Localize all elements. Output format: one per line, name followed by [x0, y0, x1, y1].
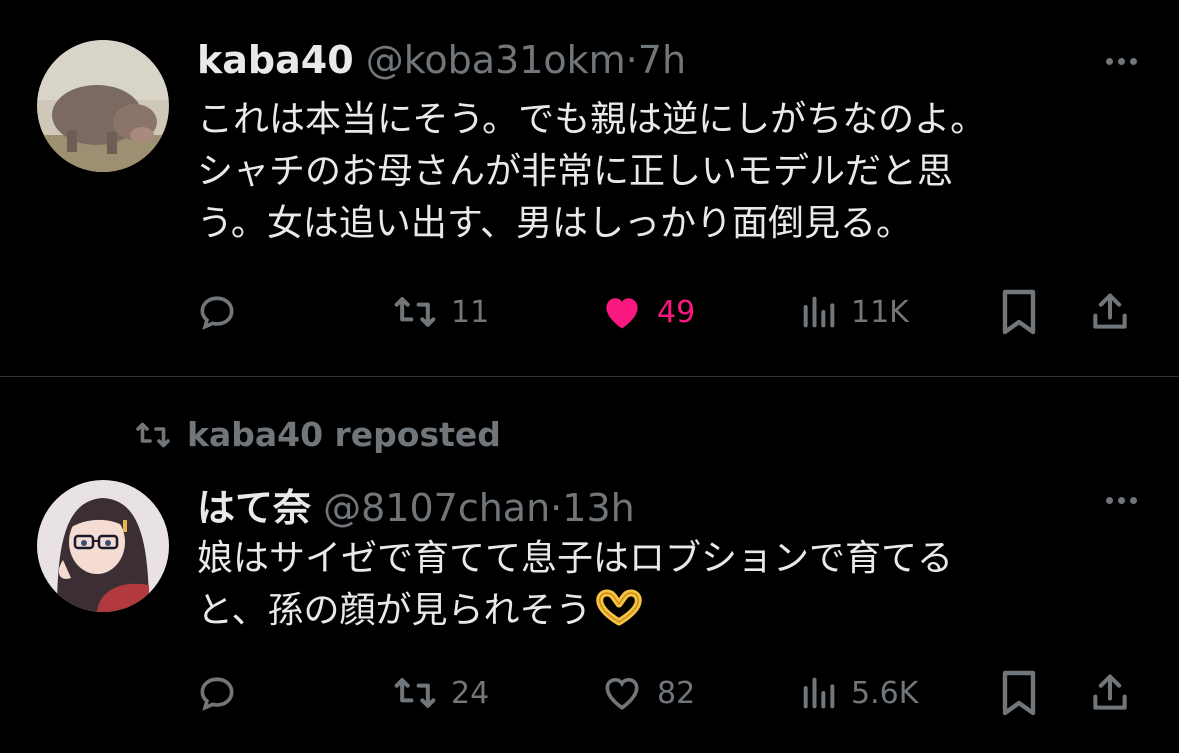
retweet-button[interactable]: 24: [391, 669, 489, 717]
retweet-icon: [136, 422, 170, 447]
handle[interactable]: @koba31okm: [366, 38, 626, 82]
views-count: 5.6K: [851, 675, 919, 711]
timestamp[interactable]: 13h: [562, 486, 634, 530]
avatar[interactable]: [37, 40, 169, 172]
more-icon[interactable]: [1106, 58, 1137, 65]
display-name[interactable]: kaba40: [197, 38, 354, 82]
avatar[interactable]: [37, 480, 169, 612]
share-icon: [1093, 293, 1127, 329]
bookmark-icon: [1002, 670, 1036, 716]
share-button[interactable]: [1088, 669, 1132, 717]
action-bar: 11 49 11K: [195, 288, 1140, 336]
reply-button[interactable]: [195, 288, 239, 336]
retweet-icon: [394, 678, 436, 708]
tweet[interactable]: kaba40 @koba31okm·7h これは本当にそう。でも親は逆にしがちな…: [0, 0, 1179, 376]
retweet-button[interactable]: 11: [391, 288, 489, 336]
tweet-text: これは本当にそう。でも親は逆にしがちなのよ。 シャチのお母さんが非常に正しいモデ…: [197, 94, 1137, 250]
tweet-header: はて奈 @8107chan·13h: [197, 477, 635, 532]
reply-icon: [200, 296, 234, 330]
reply-button[interactable]: [195, 669, 239, 717]
tweet-line: シャチのお母さんが非常に正しいモデルだと思: [197, 151, 954, 192]
share-icon: [1093, 674, 1127, 710]
like-button[interactable]: 82: [599, 669, 695, 717]
bookmark-button[interactable]: [999, 669, 1039, 717]
repost-indicator: kaba40 reposted: [133, 415, 501, 454]
like-count: 49: [657, 294, 696, 330]
like-count: 82: [657, 675, 696, 711]
tweet-line: 娘はサイゼで育てて息子はロブションで育てる: [197, 538, 954, 579]
tweet-line: これは本当にそう。でも親は逆にしがちなのよ。: [197, 99, 987, 140]
like-icon: [605, 677, 639, 710]
bookmark-icon: [1002, 289, 1036, 335]
like-button[interactable]: 49: [599, 288, 695, 336]
bookmark-button[interactable]: [999, 288, 1039, 336]
tweet[interactable]: kaba40 reposted はて奈 @8107chan·13h 娘はサイゼで…: [0, 377, 1179, 753]
views-icon: [803, 296, 835, 328]
heart-hands-emoji: [592, 588, 646, 643]
handle[interactable]: @8107chan: [323, 486, 550, 530]
display-name[interactable]: はて奈: [197, 486, 311, 530]
views-icon: [803, 677, 835, 709]
action-bar: 24 82 5.6K: [195, 669, 1140, 717]
views-button[interactable]: 11K: [799, 288, 909, 336]
views-button[interactable]: 5.6K: [799, 669, 918, 717]
reply-icon: [200, 677, 234, 711]
tweet-line-text: と、孫の顔が見られそう: [197, 590, 592, 631]
separator: ·: [625, 38, 638, 82]
tweet-header: kaba40 @koba31okm·7h: [197, 38, 686, 82]
retweet-count: 11: [451, 294, 490, 330]
tweet-text: 娘はサイゼで育てて息子はロブションで育てる と、孫の顔が見られそう: [197, 533, 1137, 643]
timestamp[interactable]: 7h: [638, 38, 686, 82]
like-icon: [606, 298, 638, 329]
retweet-count: 24: [451, 675, 490, 711]
retweet-icon: [394, 297, 436, 327]
views-count: 11K: [851, 294, 909, 330]
more-icon[interactable]: [1106, 497, 1137, 504]
tweet-line: と、孫の顔が見られそう: [197, 585, 1137, 643]
separator: ·: [550, 486, 563, 530]
reposted-by[interactable]: kaba40 reposted: [187, 415, 501, 454]
share-button[interactable]: [1088, 288, 1132, 336]
tweet-line: う。女は追い出す、男はしっかり面倒見る。: [197, 203, 912, 244]
